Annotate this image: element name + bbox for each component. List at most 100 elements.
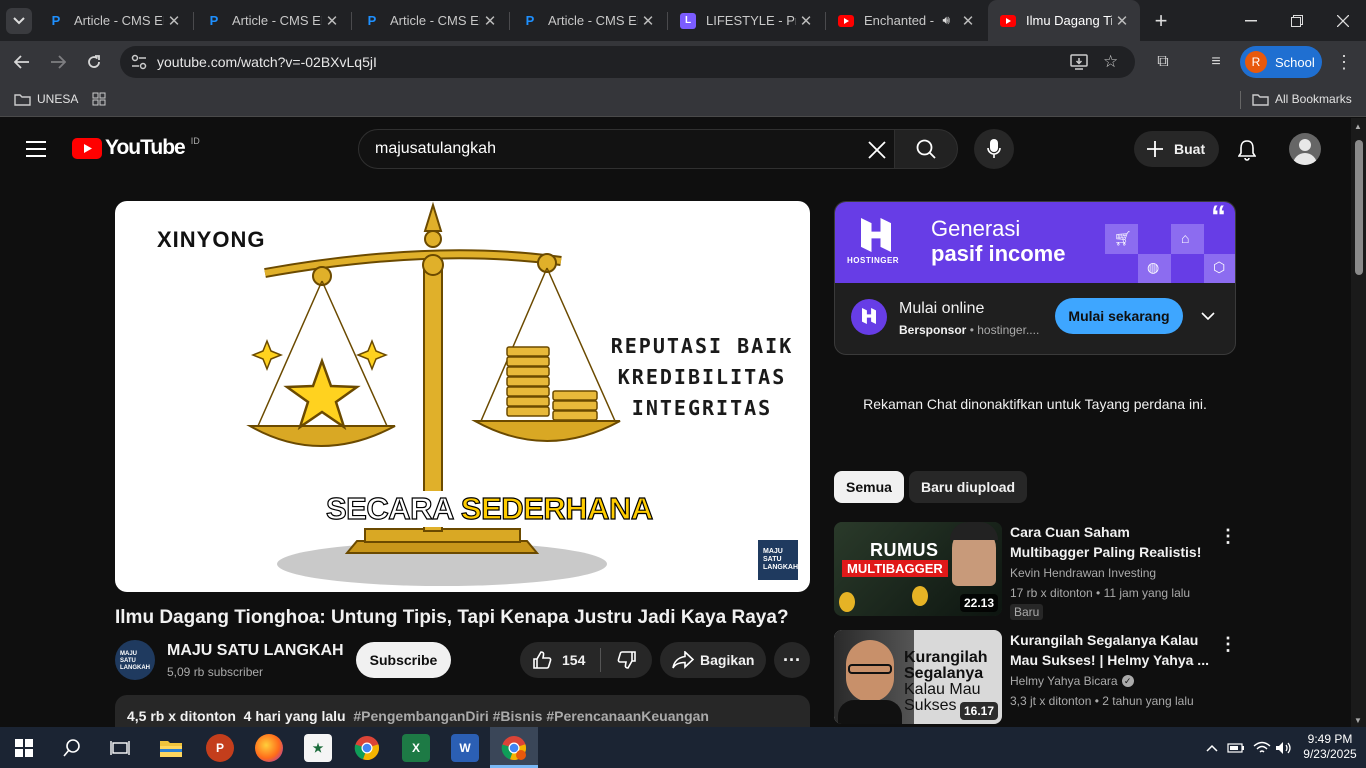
hashtags[interactable]: #PengembanganDiri #Bisnis #PerencanaanKe… (353, 708, 709, 724)
close-icon[interactable]: ✕ (1112, 12, 1132, 30)
new-tab-button[interactable]: + (1144, 0, 1178, 41)
youtube-logo[interactable]: YouTube ID (72, 136, 200, 160)
chrome-icon[interactable] (353, 734, 381, 762)
minimize-button[interactable] (1228, 0, 1274, 41)
speaker-icon[interactable]: 🔊︎ (942, 13, 950, 28)
tab-2[interactable]: P Article - CMS EDITOR ✕ (352, 0, 508, 41)
notifications-button[interactable] (1232, 136, 1262, 164)
recommendation-item[interactable]: Kurangilah Segalanya Kalau Mau Sukses 16… (834, 630, 1238, 726)
close-icon[interactable]: ✕ (638, 12, 658, 30)
recommendation-menu-button[interactable]: ⋮ (1218, 524, 1238, 548)
browser-menu-button[interactable]: ⋮ (1331, 50, 1357, 74)
tab-4[interactable]: L LIFESTYLE - Press ✕ (668, 0, 824, 41)
address-bar[interactable]: youtube.com/watch?v=-02BXvLq5jI ☆ (120, 46, 1135, 78)
recommendation-thumbnail[interactable]: RUMUS MULTIBAGGER 22.13 (834, 522, 1002, 616)
account-avatar[interactable] (1289, 133, 1321, 165)
chip-recently-uploaded[interactable]: Baru diupload (909, 471, 1028, 503)
tab-search-button[interactable] (4, 0, 34, 41)
reload-button[interactable] (81, 50, 107, 74)
clear-search-button[interactable] (863, 136, 891, 164)
like-button[interactable]: 154 (520, 642, 600, 678)
forward-button[interactable] (45, 50, 71, 74)
description-box[interactable]: 4,5 rb x ditonton 4 hari yang lalu #Peng… (115, 695, 810, 727)
site-info-icon[interactable] (130, 53, 148, 76)
recommendation-thumbnail[interactable]: Kurangilah Segalanya Kalau Mau Sukses 16… (834, 630, 1002, 724)
search-button[interactable] (894, 129, 958, 169)
windows-start-button[interactable] (10, 734, 38, 762)
bookmark-star-icon[interactable]: ☆ (1103, 52, 1118, 72)
close-icon[interactable]: ✕ (322, 12, 342, 30)
chrome-profile-icon[interactable] (500, 734, 528, 762)
wifi-icon[interactable] (1251, 734, 1273, 762)
tab-1[interactable]: P Article - CMS EDITOR ✕ (194, 0, 350, 41)
word-icon[interactable]: W (451, 734, 479, 762)
voice-search-button[interactable] (974, 129, 1014, 169)
recommendation-channel-row[interactable]: Helmy Yahya Bicara ✓ (1010, 674, 1134, 688)
globe-icon: ◍ (1147, 259, 1160, 275)
ad-banner[interactable]: HOSTINGER Generasi pasif income 🛒︎ ⌂ ◍ ⬡… (835, 202, 1235, 283)
guide-menu-button[interactable] (22, 136, 50, 162)
pinned-app-icon[interactable]: ★ (304, 734, 332, 762)
recommendation-title[interactable]: Cara Cuan Saham Multibagger Paling Reali… (1010, 522, 1210, 562)
more-vertical-icon: ⋮ (1219, 525, 1237, 546)
share-button[interactable]: Bagikan (660, 642, 766, 678)
ad-expand-button[interactable] (1195, 303, 1221, 329)
advertiser-avatar[interactable] (851, 299, 887, 335)
close-window-button[interactable] (1320, 0, 1366, 41)
close-icon[interactable]: ✕ (796, 12, 816, 30)
subscribe-button[interactable]: Subscribe (356, 642, 451, 678)
extensions-button[interactable]: ⧉ (1150, 50, 1176, 74)
tab-5[interactable]: Enchanted - 🔊︎ ✕ (826, 0, 986, 41)
tab-0[interactable]: P Article - CMS EDITOR ✕ (36, 0, 192, 41)
channel-watermark[interactable]: MAJU SATU LANGKAH (758, 540, 798, 580)
create-button[interactable]: Buat (1134, 131, 1219, 167)
url-text[interactable]: youtube.com/watch?v=-02BXvLq5jI (157, 54, 377, 70)
recommendation-channel[interactable]: Kevin Hendrawan Investing (1010, 566, 1156, 580)
tray-overflow-chevron-icon[interactable] (1203, 734, 1221, 762)
close-icon[interactable]: ✕ (958, 12, 978, 30)
recommendation-title[interactable]: Kurangilah Segalanya Kalau Mau Sukses! |… (1010, 630, 1210, 670)
scroll-up-arrow-icon[interactable]: ▲ (1354, 122, 1362, 131)
scrollbar-thumb[interactable] (1355, 140, 1363, 275)
profile-button[interactable]: R School (1240, 46, 1322, 78)
ad-cta-button[interactable]: Mulai sekarang (1055, 298, 1183, 334)
recommendation-menu-button[interactable]: ⋮ (1218, 632, 1238, 656)
chevron-down-icon (6, 7, 32, 34)
install-app-icon[interactable] (1070, 53, 1088, 76)
region-code: ID (190, 136, 200, 146)
chevron-down-icon (1201, 312, 1215, 320)
close-icon[interactable]: ✕ (480, 12, 500, 30)
tab-3[interactable]: P Article - CMS EDITOR ✕ (510, 0, 666, 41)
all-bookmarks-button[interactable]: All Bookmarks (1252, 92, 1352, 106)
scroll-down-arrow-icon[interactable]: ▼ (1354, 716, 1362, 725)
tab-6-active[interactable]: Ilmu Dagang Tionghoa ✕ (988, 0, 1140, 41)
volume-icon[interactable] (1273, 734, 1295, 762)
battery-icon[interactable] (1226, 734, 1246, 762)
more-actions-button[interactable]: ··· (774, 642, 810, 678)
system-clock[interactable]: 9:49 PM 9/23/2025 (1300, 732, 1360, 762)
recommendation-item[interactable]: RUMUS MULTIBAGGER 22.13 Cara Cuan Saham … (834, 522, 1238, 620)
media-controls-button[interactable]: ≡ (1203, 50, 1229, 74)
excel-icon[interactable]: X (402, 734, 430, 762)
recommendation-channel[interactable]: Helmy Yahya Bicara (1010, 674, 1118, 688)
close-icon[interactable]: ✕ (164, 12, 184, 30)
sponsored-ad-card[interactable]: HOSTINGER Generasi pasif income 🛒︎ ⌂ ◍ ⬡… (834, 201, 1236, 355)
task-view-button[interactable] (106, 734, 134, 762)
channel-avatar[interactable]: MAJU SATU LANGKAH (115, 640, 155, 680)
video-player[interactable]: XINYONG REPUTASI BAIK KREDIBILITAS INTEG… (115, 201, 810, 592)
taskbar-search-button[interactable] (58, 734, 86, 762)
chip-all[interactable]: Semua (834, 471, 904, 503)
bookmark-folder-unesa[interactable]: UNESA (14, 92, 78, 106)
channel-name[interactable]: MAJU SATU LANGKAH (167, 642, 344, 660)
folder-icon (1252, 93, 1269, 106)
firefox-icon[interactable] (255, 734, 283, 762)
powerpoint-icon[interactable]: P (206, 734, 234, 762)
back-button[interactable] (9, 50, 35, 74)
file-explorer-icon[interactable] (157, 734, 185, 762)
restore-button[interactable] (1274, 0, 1320, 41)
microphone-icon (987, 139, 1001, 158)
apps-grid-icon[interactable] (92, 92, 106, 106)
search-box[interactable] (358, 129, 895, 169)
dislike-button[interactable] (601, 642, 652, 678)
search-input[interactable] (375, 138, 835, 160)
